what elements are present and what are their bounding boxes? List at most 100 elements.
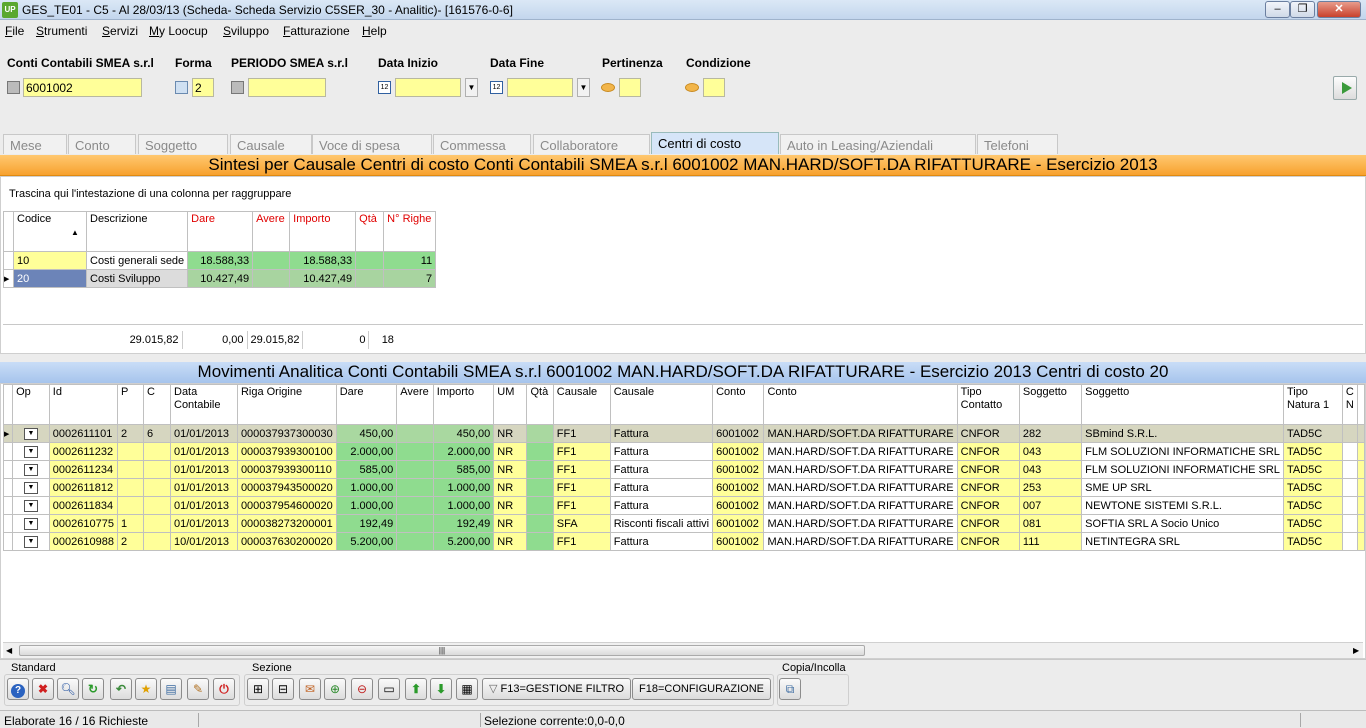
- cell-causale-code[interactable]: FF1: [552, 532, 611, 551]
- undo-button[interactable]: ↶: [110, 678, 132, 700]
- cell-extra[interactable]: [1341, 496, 1359, 515]
- cell-extra[interactable]: [1341, 442, 1359, 461]
- cell-importo[interactable]: 1.000,00: [432, 478, 495, 497]
- cell-id[interactable]: 0002610775: [48, 514, 118, 533]
- header-codice[interactable]: Codice ▲: [13, 211, 87, 252]
- cell-causale-desc[interactable]: Fattura: [609, 532, 714, 551]
- cell-dare[interactable]: 10.427,49: [187, 269, 254, 288]
- table-icon[interactable]: [7, 81, 20, 94]
- cell-um[interactable]: NR: [493, 442, 528, 461]
- cell-tipo-natura[interactable]: TAD5C: [1282, 460, 1343, 479]
- config-button[interactable]: F18=CONFIGURAZIONE: [632, 678, 771, 700]
- cell-riga-origine[interactable]: 000037939300110: [236, 460, 337, 479]
- tab-collaboratore[interactable]: Collaboratore: [533, 134, 650, 154]
- cell-data-contabile[interactable]: 01/01/2013: [170, 496, 238, 515]
- cell-tipo-natura[interactable]: TAD5C: [1282, 532, 1343, 551]
- favorite-button[interactable]: ★: [135, 678, 157, 700]
- cell-importo[interactable]: 450,00: [432, 424, 495, 443]
- cell-conto-desc[interactable]: MAN.HARD/SOFT.DA RIFATTURARE: [763, 424, 958, 443]
- cell-riga-origine[interactable]: 000037943500020: [236, 478, 337, 497]
- cell-importo[interactable]: 2.000,00: [432, 442, 495, 461]
- header-soggetto-code[interactable]: Soggetto: [1018, 384, 1083, 425]
- chevron-down-icon[interactable]: ▼: [23, 427, 38, 440]
- header-dare[interactable]: Dare: [335, 384, 398, 425]
- cell-conto-desc[interactable]: MAN.HARD/SOFT.DA RIFATTURARE: [763, 460, 958, 479]
- cell-causale-desc[interactable]: Fattura: [609, 460, 714, 479]
- cell-tipo-contatto[interactable]: CNFOR: [956, 478, 1020, 497]
- cell-p[interactable]: [116, 478, 145, 497]
- header-c[interactable]: C: [143, 384, 171, 425]
- table-icon[interactable]: [231, 81, 244, 94]
- cell-causale-code[interactable]: FF1: [552, 496, 611, 515]
- cell-extra[interactable]: [1341, 460, 1359, 479]
- cell-causale-code[interactable]: FF1: [552, 460, 611, 479]
- cell-id[interactable]: 0002611834: [48, 496, 118, 515]
- cell-conto-desc[interactable]: MAN.HARD/SOFT.DA RIFATTURARE: [763, 478, 958, 497]
- header-importo[interactable]: Importo: [289, 211, 357, 252]
- add-rows-button[interactable]: ⊕: [324, 678, 346, 700]
- cell-soggetto-name[interactable]: FLM SOLUZIONI INFORMATICHE SRL: [1081, 442, 1284, 461]
- header-id[interactable]: Id: [48, 384, 118, 425]
- cell-dare[interactable]: 450,00: [335, 424, 398, 443]
- cell-causale-code[interactable]: FF1: [552, 424, 611, 443]
- table-row[interactable]: ▼ 0002610988 2 10/01/2013 000037630200020 5.2…: [2, 532, 1365, 551]
- cell-conto-code[interactable]: 6001002: [712, 514, 765, 533]
- header-soggetto-name[interactable]: Soggetto: [1081, 384, 1284, 425]
- scroll-left-icon[interactable]: ◀: [6, 646, 12, 655]
- cell-data-contabile[interactable]: 01/01/2013: [170, 514, 238, 533]
- notes-button[interactable]: ✉: [299, 678, 321, 700]
- menu-my-loocup[interactable]: My Loocup: [149, 24, 208, 38]
- cancel-button[interactable]: ✖: [32, 678, 54, 700]
- cell-dare[interactable]: 585,00: [335, 460, 398, 479]
- close-button[interactable]: ✕: [1317, 1, 1361, 18]
- coin-icon[interactable]: [685, 83, 699, 92]
- cell-importo[interactable]: 10.427,49: [289, 269, 357, 288]
- table-row[interactable]: ▼ 0002611234 01/01/2013 000037939300110 585,…: [2, 460, 1365, 479]
- cell-p[interactable]: 2: [116, 532, 145, 551]
- chevron-down-icon[interactable]: ▼: [23, 445, 38, 458]
- cell-tipo-contatto[interactable]: CNFOR: [956, 514, 1020, 533]
- row-pointer-icon[interactable]: ▶: [2, 424, 14, 443]
- chevron-down-icon[interactable]: ▼: [465, 78, 478, 97]
- cell-avere[interactable]: [396, 460, 434, 479]
- cell-extra[interactable]: [1341, 424, 1359, 443]
- cell-c[interactable]: [143, 532, 171, 551]
- cell-codice[interactable]: 10: [13, 251, 87, 270]
- tab-commessa[interactable]: Commessa: [433, 134, 531, 154]
- edit-button[interactable]: ✎: [187, 678, 209, 700]
- cell-um[interactable]: NR: [493, 478, 528, 497]
- cell-qta[interactable]: [526, 532, 554, 551]
- chevron-down-icon[interactable]: ▼: [23, 535, 38, 548]
- menu-servizi[interactable]: Servizi: [102, 24, 138, 38]
- header-qta[interactable]: Qtà: [526, 384, 554, 425]
- tab-telefoni[interactable]: Telefoni: [977, 134, 1058, 154]
- cell-p[interactable]: 2: [116, 424, 145, 443]
- cell-causale-code[interactable]: FF1: [552, 442, 611, 461]
- cell-importo[interactable]: 1.000,00: [432, 496, 495, 515]
- cell-causale-desc[interactable]: Fattura: [609, 496, 714, 515]
- copy-button[interactable]: ⧉: [779, 678, 801, 700]
- cell-codice[interactable]: 20: [13, 269, 87, 288]
- cell-id[interactable]: 0002611234: [48, 460, 118, 479]
- layout-button[interactable]: ⊟: [272, 678, 294, 700]
- cell-qta[interactable]: [526, 514, 554, 533]
- cell-qta[interactable]: [526, 442, 554, 461]
- cell-soggetto-name[interactable]: SME UP SRL: [1081, 478, 1284, 497]
- cell-id[interactable]: 0002611812: [48, 478, 118, 497]
- data-fine-input[interactable]: [507, 78, 573, 97]
- cell-op[interactable]: ▼: [12, 442, 50, 461]
- cell-dare[interactable]: 192,49: [335, 514, 398, 533]
- table-row[interactable]: ▼ 0002611232 01/01/2013 000037939300100 2.00…: [2, 442, 1365, 461]
- cell-c[interactable]: [143, 442, 171, 461]
- cell-conto-code[interactable]: 6001002: [712, 496, 765, 515]
- cell-soggetto-name[interactable]: NETINTEGRA SRL: [1081, 532, 1284, 551]
- filter-button[interactable]: ▽ F13=GESTIONE FILTRO: [482, 678, 632, 700]
- cell-avere[interactable]: [252, 251, 291, 270]
- cell-p[interactable]: 1: [116, 514, 145, 533]
- header-data-contabile[interactable]: Data Contabile: [170, 384, 238, 425]
- cell-riga-origine[interactable]: 000037937300030: [236, 424, 337, 443]
- cell-id[interactable]: 0002611101: [48, 424, 118, 443]
- condizione-input[interactable]: [703, 78, 725, 97]
- power-button[interactable]: ⏻: [213, 678, 235, 700]
- cell-p[interactable]: [116, 460, 145, 479]
